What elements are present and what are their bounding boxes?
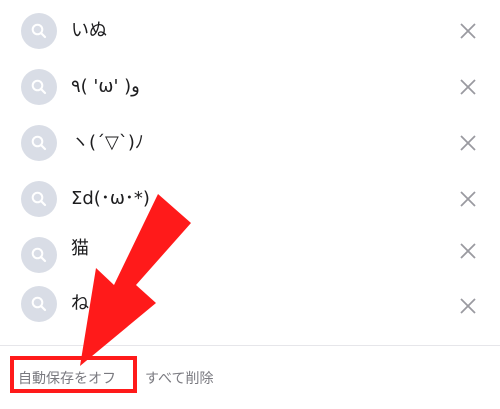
history-row[interactable]: いぬ [0, 2, 500, 60]
search-icon [21, 13, 57, 49]
close-icon[interactable] [456, 19, 480, 43]
search-icon [21, 69, 57, 105]
history-row-label: ٩( 'ω' )و [71, 76, 140, 97]
history-footer: 自動保存をオフ すべて削除 [0, 345, 500, 409]
history-row[interactable]: ね [0, 282, 500, 340]
close-icon[interactable] [456, 131, 480, 155]
history-row[interactable]: ヽ(´▽`)ﾉ [0, 114, 500, 172]
history-row-label: 猫 [71, 238, 89, 259]
history-row-label: Σd(･ω･*) [71, 188, 150, 209]
close-icon[interactable] [456, 187, 480, 211]
close-icon[interactable] [456, 294, 480, 318]
history-row[interactable]: 猫 [0, 226, 500, 284]
history-row-label: いぬ [71, 20, 107, 41]
history-row-label: ヽ(´▽`)ﾉ [71, 132, 144, 153]
search-icon [21, 237, 57, 273]
search-icon [21, 181, 57, 217]
search-history-list: いぬ ٩( 'ω' )و ヽ(´▽`)ﾉ Σd(･ω･*) 猫 ね [0, 0, 500, 345]
close-icon[interactable] [456, 75, 480, 99]
history-row[interactable]: ٩( 'ω' )و [0, 58, 500, 116]
history-row[interactable]: Σd(･ω･*) [0, 170, 500, 228]
autosave-off-button[interactable]: 自動保存をオフ [18, 370, 116, 388]
close-icon[interactable] [456, 239, 480, 263]
search-icon [21, 286, 57, 322]
history-row-label: ね [71, 293, 89, 314]
delete-all-button[interactable]: すべて削除 [145, 370, 213, 388]
search-icon [21, 125, 57, 161]
